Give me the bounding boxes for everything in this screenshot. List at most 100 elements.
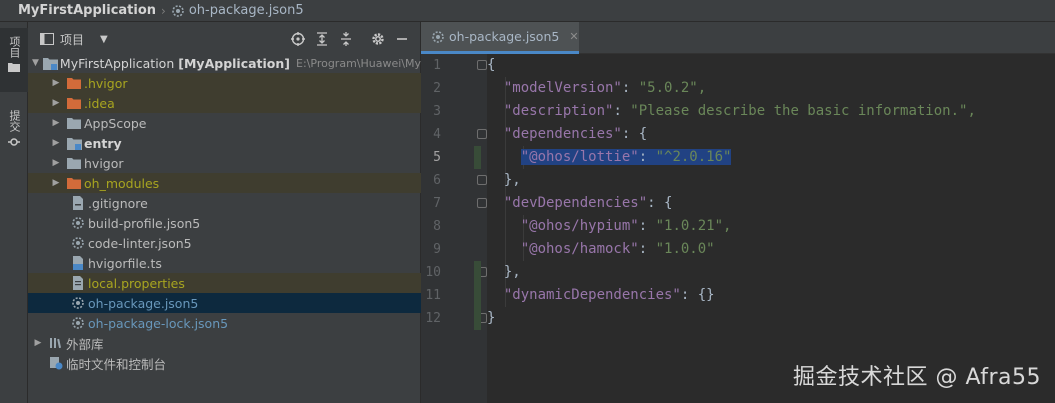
chevron-right-icon[interactable]: ▶	[50, 77, 62, 89]
chevron-right-icon[interactable]: ▶	[50, 97, 62, 109]
json-file-icon	[70, 235, 86, 251]
tree-item-label: entry	[84, 135, 122, 151]
line-number: 7	[433, 196, 441, 211]
code-line: "description": "Please describe the basi…	[503, 103, 976, 119]
panel-toolbar	[286, 29, 414, 49]
tree-item[interactable]: oh-package-lock.json5	[28, 313, 421, 333]
code-line: "devDependencies": {	[503, 195, 673, 211]
gitignore-file-icon	[70, 195, 86, 211]
watermark: 掘金技术社区 @ Afra55	[792, 365, 1041, 390]
tree-item[interactable]: ▶ hvigor	[28, 153, 421, 173]
module-folder-icon	[66, 135, 82, 151]
commit-tab-label: 提交	[8, 110, 21, 132]
editor-gutter: 1 2 3 4 5 6 7 8 9 10 11 12	[421, 54, 487, 403]
folder-icon	[66, 175, 82, 191]
tree-root[interactable]: ▼ MyFirstApplication [MyApplication] E:\…	[28, 53, 421, 73]
close-icon[interactable]: ✕	[569, 30, 578, 43]
tree-item-selected[interactable]: oh-package.json5	[28, 293, 421, 313]
chevron-right-icon[interactable]: ▶	[50, 117, 62, 129]
tree-item[interactable]: ▶ .hvigor	[28, 73, 421, 93]
json-file-icon	[70, 295, 86, 311]
tab-oh-package-json5[interactable]: oh-package.json5 ✕	[421, 22, 579, 54]
change-marker[interactable]	[474, 146, 481, 169]
chevron-right-icon[interactable]: ▶	[32, 337, 44, 349]
commit-tool-tab[interactable]: 提交	[0, 96, 28, 156]
collapse-all-icon	[341, 32, 351, 46]
json-file-icon	[172, 4, 184, 17]
project-panel-header: 项目 ▼	[28, 22, 420, 56]
code-editor[interactable]: { "modelVersion": "5.0.2", "description"…	[487, 54, 1055, 403]
folder-icon	[66, 115, 82, 131]
fold-marker[interactable]	[477, 198, 487, 208]
fold-marker[interactable]	[477, 175, 487, 185]
json-file-icon	[70, 215, 86, 231]
collapse-all-button[interactable]	[334, 29, 358, 49]
tree-item-label: .hvigor	[84, 75, 128, 91]
chevron-down-icon[interactable]: ▼	[100, 34, 108, 45]
line-number: 12	[425, 311, 441, 326]
external-libraries-label: 外部库	[66, 336, 104, 352]
typescript-file-icon	[70, 255, 86, 271]
line-number: 2	[433, 81, 441, 96]
line-number: 11	[425, 288, 441, 303]
json-file-icon	[432, 30, 444, 43]
root-module-name: [MyApplication]	[178, 55, 291, 71]
code-line: "dynamicDependencies": {}	[503, 287, 715, 303]
chevron-right-icon[interactable]: ▶	[50, 177, 62, 189]
tree-item-label: hvigor	[84, 155, 124, 171]
tab-label: oh-package.json5	[449, 29, 560, 44]
breadcrumb-file-label: oh-package.json5	[188, 3, 304, 18]
code-line: "modelVersion": "5.0.2",	[503, 80, 707, 96]
gear-icon	[372, 33, 384, 45]
expand-all-icon	[317, 32, 327, 46]
module-folder-icon	[42, 55, 58, 71]
library-icon	[48, 335, 64, 351]
locate-file-button[interactable]	[286, 29, 310, 49]
scratch-icon	[48, 355, 64, 371]
tree-item[interactable]: ▶ AppScope	[28, 113, 421, 133]
scratches-label: 临时文件和控制台	[66, 356, 167, 372]
chevron-right-icon[interactable]: ▶	[50, 157, 62, 169]
code-line: "@ohos/hypium": "1.0.21",	[520, 218, 732, 234]
tree-item[interactable]: build-profile.json5	[28, 213, 421, 233]
tree-item[interactable]: code-linter.json5	[28, 233, 421, 253]
tree-item-label: oh-package.json5	[88, 295, 199, 311]
code-line: "@ohos/hamock": "1.0.0"	[520, 241, 715, 257]
root-path: E:\Program\Huawei\My	[296, 56, 421, 70]
folder-icon	[66, 155, 82, 171]
tree-item[interactable]: hvigorfile.ts	[28, 253, 421, 273]
code-line: "dependencies": {	[503, 126, 648, 142]
tree-item-label: AppScope	[84, 115, 147, 131]
tree-item[interactable]: ▶ entry	[28, 133, 421, 153]
tree-item-label: oh_modules	[84, 175, 160, 191]
tree-item[interactable]: ▶ .idea	[28, 93, 421, 113]
code-line: },	[503, 264, 521, 280]
folder-icon	[66, 95, 82, 111]
project-tool-tab[interactable]: 项目	[0, 28, 28, 92]
fold-marker[interactable]	[477, 129, 487, 139]
change-marker[interactable]	[474, 261, 481, 330]
line-number: 9	[433, 242, 441, 257]
fold-marker[interactable]	[477, 60, 487, 70]
tree-item[interactable]: .gitignore	[28, 193, 421, 213]
chevron-down-icon[interactable]: ▼	[32, 57, 39, 69]
code-line: }	[487, 310, 496, 326]
minimize-icon	[397, 38, 407, 40]
project-view-icon	[40, 33, 54, 45]
project-view-title[interactable]: 项目	[60, 31, 84, 48]
line-number: 4	[433, 127, 441, 142]
breadcrumb-file[interactable]: oh-package.json5	[171, 3, 304, 18]
expand-all-button[interactable]	[310, 29, 334, 49]
tree-item[interactable]: ▶ oh_modules	[28, 173, 421, 193]
scratches-and-consoles[interactable]: 临时文件和控制台	[28, 353, 421, 373]
tree-item-label: code-linter.json5	[88, 235, 192, 251]
tree-item[interactable]: local.properties	[28, 273, 421, 293]
hide-panel-button[interactable]	[390, 29, 414, 49]
tree-item-label: build-profile.json5	[88, 215, 201, 231]
tree-item-label: .gitignore	[88, 195, 148, 211]
external-libraries[interactable]: ▶ 外部库	[28, 333, 421, 353]
line-number: 3	[433, 104, 441, 119]
chevron-right-icon[interactable]: ▶	[50, 137, 62, 149]
settings-button[interactable]	[366, 29, 390, 49]
breadcrumb-project[interactable]: MyFirstApplication	[18, 3, 156, 18]
